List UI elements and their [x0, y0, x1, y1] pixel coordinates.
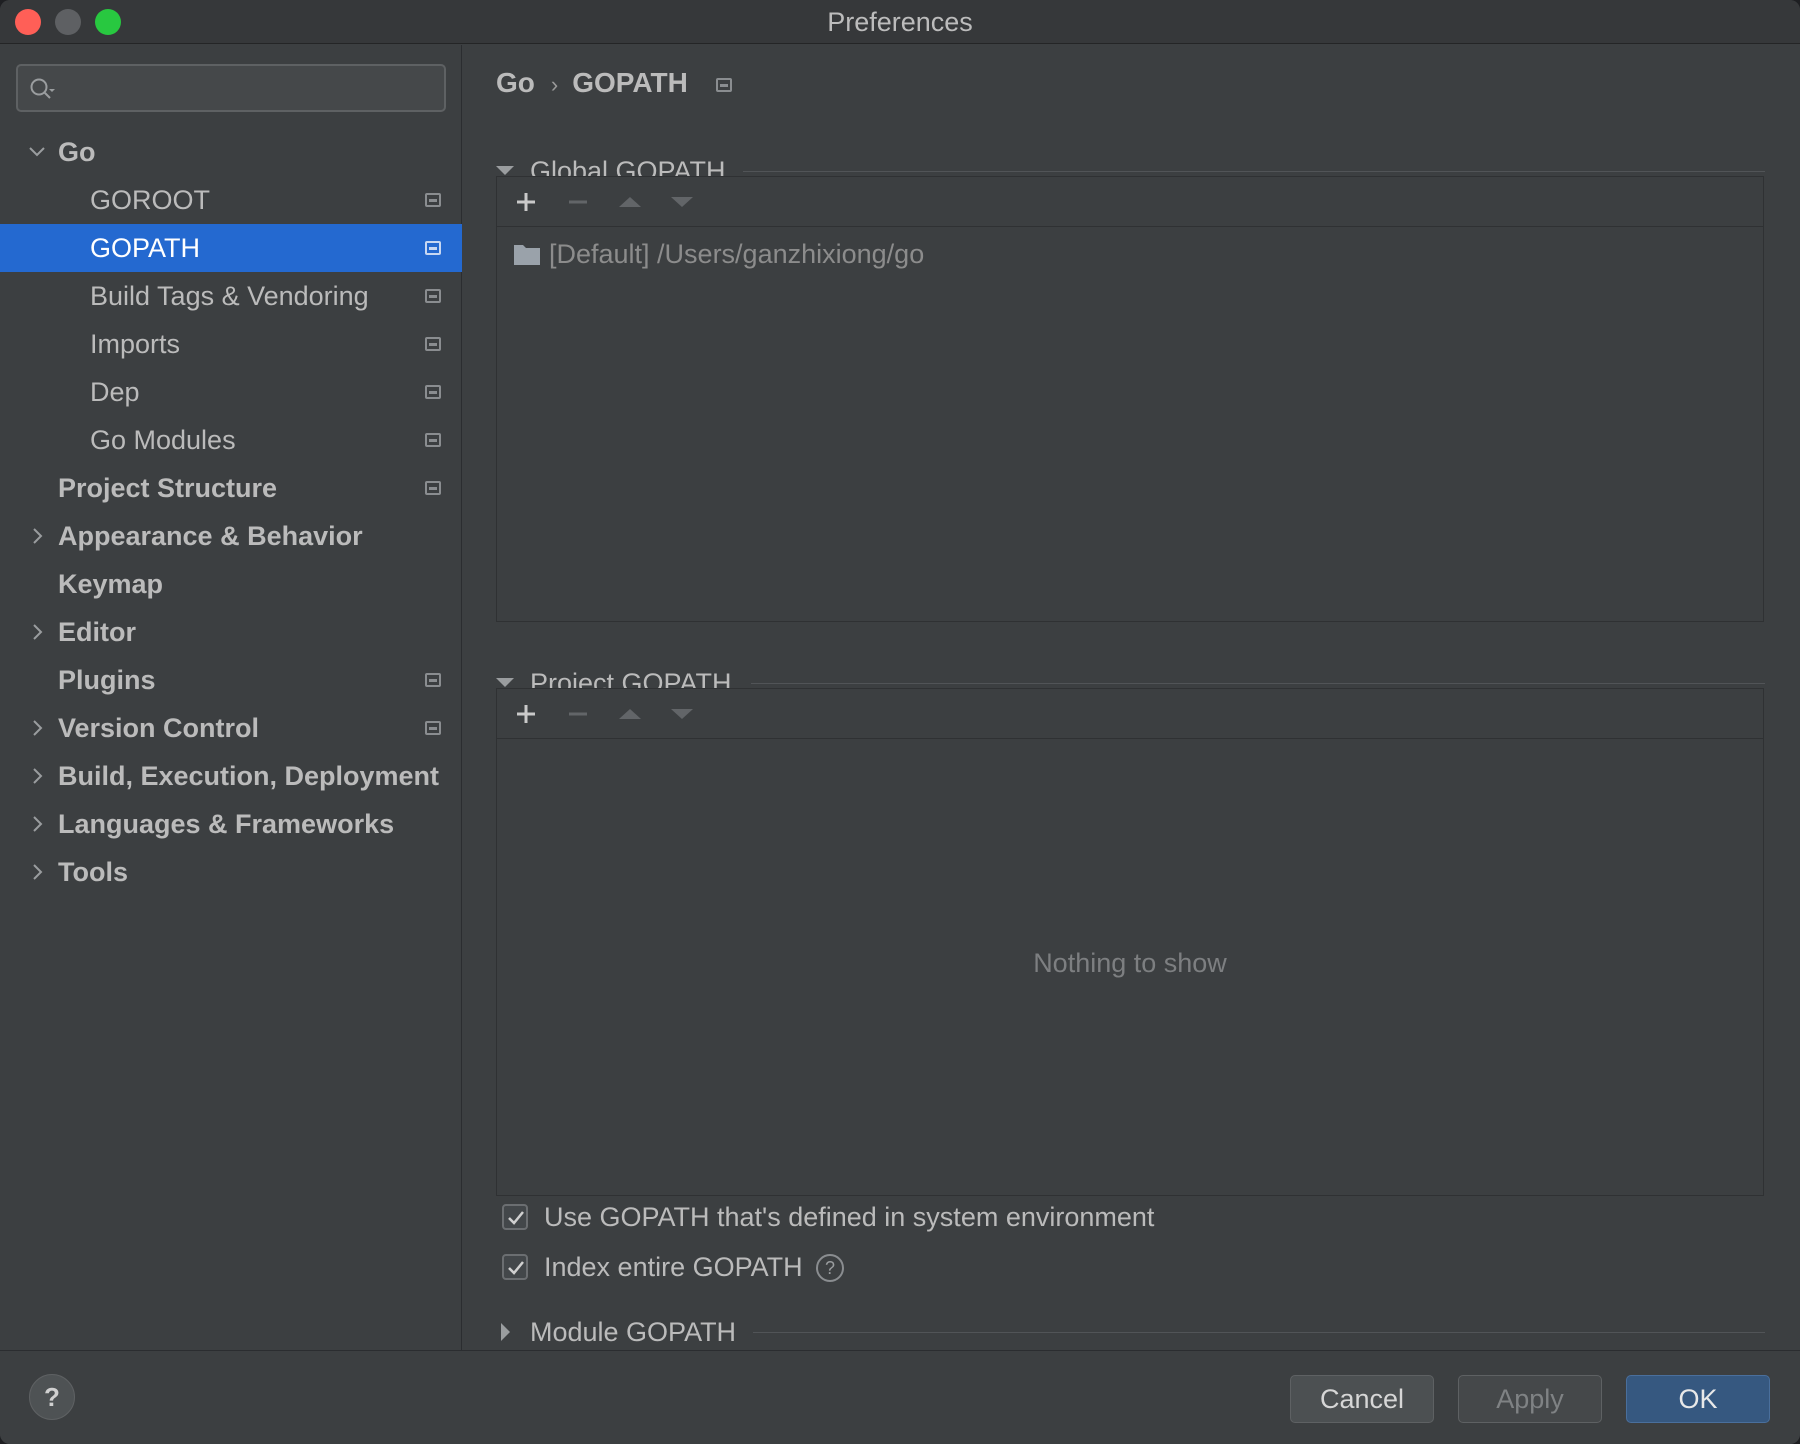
project-level-icon — [715, 77, 732, 92]
tree-item-project-structure[interactable]: Project Structure — [0, 464, 462, 512]
title-bar: Preferences — [0, 0, 1800, 44]
chevron-right-icon[interactable] — [26, 512, 48, 560]
chevron-right-icon[interactable] — [26, 752, 48, 800]
checkmark-icon — [508, 1211, 524, 1225]
settings-tree: Go GOROOT GOPATH Build Tags & Vendoring … — [0, 128, 462, 896]
chevron-right-icon[interactable] — [26, 800, 48, 848]
gopath-entry-text: [Default] /Users/ganzhixiong/go — [549, 239, 925, 269]
separator — [753, 1332, 1765, 1333]
breadcrumb: Go › GOPATH — [496, 59, 732, 107]
help-icon[interactable]: ? — [816, 1254, 844, 1282]
project-level-icon — [425, 289, 441, 303]
checkbox-label: Use GOPATH that's defined in system envi… — [544, 1202, 1155, 1232]
project-level-icon — [425, 433, 441, 447]
tree-item-label: GOPATH — [90, 233, 201, 263]
chevron-right-icon[interactable] — [26, 848, 48, 896]
move-up-icon[interactable] — [613, 697, 647, 731]
tree-item-label: Version Control — [58, 713, 260, 743]
preferences-window: Preferences Go GOROOT GOPATH Build Tags … — [0, 0, 1800, 1444]
settings-search-input[interactable] — [16, 64, 446, 112]
project-level-icon — [425, 673, 441, 687]
project-level-icon — [425, 241, 441, 255]
tree-item-label: Tools — [58, 857, 128, 887]
chevron-down-icon[interactable] — [26, 128, 48, 176]
tree-item-appearance-behavior[interactable]: Appearance & Behavior — [0, 512, 462, 560]
tree-item-keymap[interactable]: Keymap — [0, 560, 462, 608]
tree-item-tools[interactable]: Tools — [0, 848, 462, 896]
chevron-right-icon[interactable] — [26, 704, 48, 752]
apply-button[interactable]: Apply — [1458, 1375, 1602, 1423]
tree-item-languages-frameworks[interactable]: Languages & Frameworks — [0, 800, 462, 848]
remove-icon[interactable] — [561, 697, 595, 731]
project-level-icon — [425, 193, 441, 207]
tree-item-label: Keymap — [58, 569, 164, 599]
tree-item-label: GOROOT — [90, 185, 210, 215]
add-icon[interactable] — [509, 185, 543, 219]
breadcrumb-separator: › — [550, 72, 559, 97]
empty-state-text: Nothing to show — [1033, 947, 1227, 978]
move-up-icon[interactable] — [613, 185, 647, 219]
window-title: Preferences — [827, 7, 973, 37]
tree-item-label: Build, Execution, Deployment — [58, 761, 440, 791]
triangle-right-icon — [501, 1323, 510, 1341]
move-down-icon[interactable] — [665, 185, 699, 219]
separator — [743, 171, 1765, 172]
tree-item-version-control[interactable]: Version Control — [0, 704, 462, 752]
tree-item-dep[interactable]: Dep — [0, 368, 462, 416]
tree-item-label: Imports — [90, 329, 181, 359]
checkbox-label: Index entire GOPATH — [544, 1252, 803, 1282]
breadcrumb-parent[interactable]: Go — [496, 67, 535, 98]
tree-item-plugins[interactable]: Plugins — [0, 656, 462, 704]
tree-item-label: Languages & Frameworks — [58, 809, 395, 839]
global-gopath-toolbar — [497, 177, 1763, 227]
project-level-icon — [425, 721, 441, 735]
folder-icon — [514, 244, 540, 265]
project-gopath-entries: Nothing to show — [497, 740, 1763, 1195]
tree-item-label: Build Tags & Vendoring — [90, 281, 369, 311]
tree-item-label: Go — [58, 137, 96, 167]
checkmark-icon — [508, 1261, 524, 1275]
tree-item-goroot[interactable]: GOROOT — [0, 176, 462, 224]
tree-item-go[interactable]: Go — [0, 128, 462, 176]
section-title: Module GOPATH — [530, 1317, 737, 1347]
tree-item-label: Project Structure — [58, 473, 278, 503]
chevron-right-icon[interactable] — [26, 608, 48, 656]
tree-item-label: Go Modules — [90, 425, 236, 455]
tree-item-go-modules[interactable]: Go Modules — [0, 416, 462, 464]
breadcrumb-current: GOPATH — [572, 67, 688, 98]
project-gopath-list: Nothing to show — [496, 688, 1764, 1196]
tree-item-editor[interactable]: Editor — [0, 608, 462, 656]
tree-item-build-tags-vendoring[interactable]: Build Tags & Vendoring — [0, 272, 462, 320]
project-level-icon — [425, 337, 441, 351]
tree-item-build-execution-deployment[interactable]: Build, Execution, Deployment — [0, 752, 462, 800]
move-down-icon[interactable] — [665, 697, 699, 731]
ok-button[interactable]: OK — [1626, 1375, 1770, 1423]
tree-item-label: Dep — [90, 377, 140, 407]
add-icon[interactable] — [509, 697, 543, 731]
module-gopath-header[interactable]: Module GOPATH — [496, 1312, 736, 1352]
help-button[interactable]: ? — [29, 1374, 75, 1420]
global-gopath-entries: [Default] /Users/ganzhixiong/go — [497, 228, 1763, 621]
project-level-icon — [425, 385, 441, 399]
project-gopath-toolbar — [497, 689, 1763, 739]
remove-icon[interactable] — [561, 185, 595, 219]
project-level-icon — [425, 481, 441, 495]
tree-item-imports[interactable]: Imports — [0, 320, 462, 368]
settings-content: Go › GOPATH Global GOPATH [Default] /Users… — [463, 45, 1800, 1350]
list-item[interactable]: [Default] /Users/ganzhixiong/go — [513, 234, 924, 274]
separator — [751, 683, 1765, 684]
use-system-env-checkbox[interactable] — [502, 1204, 528, 1230]
tree-item-label: Plugins — [58, 665, 156, 695]
dialog-footer: ? Cancel Apply OK — [0, 1350, 1800, 1444]
cancel-button[interactable]: Cancel — [1290, 1375, 1434, 1423]
search-icon — [30, 78, 55, 99]
global-gopath-list: [Default] /Users/ganzhixiong/go — [496, 176, 1764, 622]
tree-item-gopath[interactable]: GOPATH — [0, 224, 462, 272]
tree-item-label: Editor — [58, 617, 136, 647]
index-entire-gopath-checkbox[interactable] — [502, 1254, 528, 1280]
settings-sidebar: Go GOROOT GOPATH Build Tags & Vendoring … — [0, 45, 462, 1350]
tree-item-label: Appearance & Behavior — [58, 521, 363, 551]
